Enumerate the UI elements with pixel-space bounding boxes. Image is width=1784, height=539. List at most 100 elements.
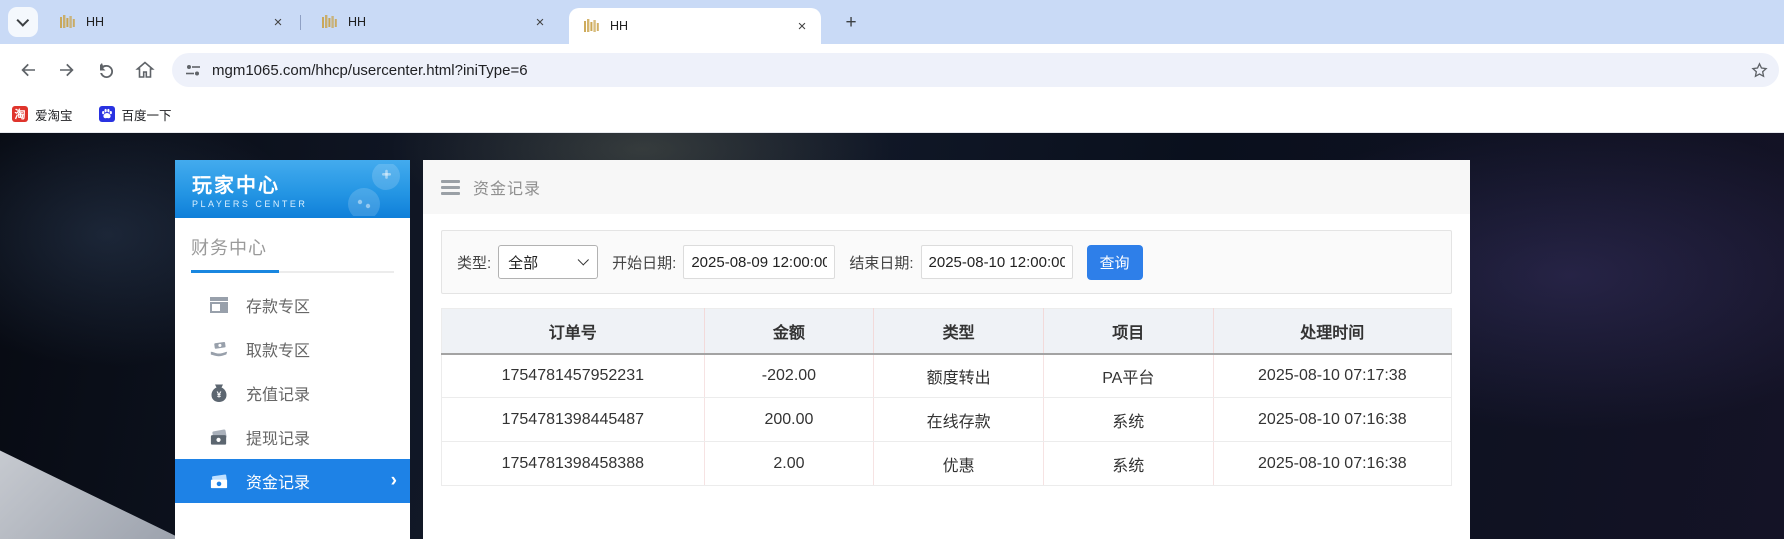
sidebar-item-deposit[interactable]: 存款专区: [175, 283, 410, 327]
cell-amount: -202.00: [703, 353, 874, 398]
svg-text:¥: ¥: [217, 390, 222, 400]
tab-separator: [300, 15, 301, 30]
cell-type: 优惠: [873, 441, 1044, 486]
sidebar-header: 玩家中心 PLAYERS CENTER: [175, 160, 410, 218]
bookmark-label: 百度一下: [121, 108, 172, 123]
tab-title: HH: [348, 15, 367, 29]
cell-type: 额度转出: [873, 353, 1044, 398]
tab-search-button[interactable]: [8, 7, 38, 37]
sidebar-item-label: 资金记录: [246, 475, 311, 492]
tab-2[interactable]: HH ×: [307, 0, 559, 44]
baidu-paw-icon: [98, 106, 115, 122]
deposit-machine-icon: [209, 295, 229, 315]
browser-window: HH × HH × HH × + mgm1065.com/hhcp/userce…: [0, 0, 1784, 539]
bookmark-label: 爱淘宝: [35, 108, 73, 123]
reload-button[interactable]: [90, 54, 122, 86]
money-bag-icon: ¥: [209, 383, 229, 403]
table-header-row: 订单号 金额 类型 项目 处理时间: [441, 308, 1452, 355]
start-date-label: 开始日期:: [612, 254, 677, 272]
cell-order-id: 1754781398458388: [441, 441, 705, 486]
end-date-label: 结束日期:: [849, 254, 914, 272]
col-amount: 金额: [703, 308, 874, 355]
page-background: 玩家中心 PLAYERS CENTER 财务中心 存款专区 取款专区 ¥ 充值记…: [0, 133, 1784, 539]
section-divider: [191, 270, 394, 273]
chevron-down-icon: [15, 13, 29, 27]
home-button[interactable]: [129, 54, 161, 86]
col-order-id: 订单号: [441, 308, 705, 355]
browser-toolbar: mgm1065.com/hhcp/usercenter.html?iniType…: [0, 44, 1784, 96]
sidebar-item-fund-records[interactable]: 资金记录 ›: [175, 459, 410, 503]
start-date-input[interactable]: [683, 245, 836, 279]
finance-section: 财务中心: [175, 218, 410, 273]
tab-close-icon[interactable]: ×: [269, 13, 287, 31]
type-select[interactable]: 全部: [498, 245, 599, 279]
cell-amount: 200.00: [703, 397, 874, 442]
site-favicon: [59, 15, 76, 29]
panel-title: 资金记录: [473, 181, 542, 198]
wallet-cards-icon: [209, 427, 229, 447]
tab-strip: HH × HH × HH × +: [0, 0, 1784, 44]
new-tab-button[interactable]: +: [838, 10, 864, 36]
end-date-input[interactable]: [920, 245, 1073, 279]
finance-section-title: 财务中心: [191, 238, 267, 258]
sidebar-item-label: 存款专区: [246, 299, 311, 316]
sidebar-item-recharge-records[interactable]: ¥ 充值记录: [175, 371, 410, 415]
table-row: 1754781398445487 200.00 在线存款 系统 2025-08-…: [441, 397, 1452, 442]
tab-1[interactable]: HH ×: [45, 0, 297, 44]
menu-icon[interactable]: [441, 179, 460, 195]
cell-amount: 2.00: [703, 441, 874, 486]
tab-title: HH: [86, 15, 105, 29]
sidebar-menu: 存款专区 取款专区 ¥ 充值记录 提现记录 资金记录 ›: [175, 283, 410, 503]
sidebar-item-withdrawal-records[interactable]: 提现记录: [175, 415, 410, 459]
bookmark-baidu[interactable]: 百度一下: [98, 105, 172, 124]
player-center-sidebar: 玩家中心 PLAYERS CENTER 财务中心 存款专区 取款专区 ¥ 充值记…: [175, 160, 410, 539]
cell-time: 2025-08-10 07:16:38: [1212, 397, 1452, 442]
sidebar-item-label: 提现记录: [246, 431, 311, 448]
url-text[interactable]: mgm1065.com/hhcp/usercenter.html?iniType…: [212, 62, 1750, 79]
sidebar-item-label: 取款专区: [246, 343, 311, 360]
fund-records-panel: 资金记录 类型: 全部 开始日期: 结束日期: 查询: [423, 160, 1470, 539]
cell-order-id: 1754781457952231: [441, 353, 705, 398]
site-favicon: [321, 15, 338, 29]
bookmarks-bar: 淘 爱淘宝 百度一下: [0, 96, 1784, 133]
reload-icon: [99, 62, 113, 78]
home-icon: [135, 61, 155, 78]
tab-3-active[interactable]: HH ×: [569, 8, 821, 44]
gamepad-icon: [342, 164, 404, 216]
cell-project: 系统: [1042, 441, 1214, 486]
address-bar[interactable]: mgm1065.com/hhcp/usercenter.html?iniType…: [172, 53, 1779, 87]
forward-button[interactable]: [51, 54, 83, 86]
bookmark-taobao[interactable]: 淘 爱淘宝: [12, 105, 73, 124]
type-select-value: 全部: [508, 254, 539, 272]
background-wedge: [0, 450, 182, 539]
filter-bar: 类型: 全部 开始日期: 结束日期: 查询: [441, 230, 1452, 294]
cell-project: 系统: [1042, 397, 1214, 442]
cell-type: 在线存款: [873, 397, 1044, 442]
banknotes-icon: [209, 471, 229, 491]
tab-title: HH: [610, 19, 629, 33]
cell-order-id: 1754781398445487: [441, 397, 705, 442]
taobao-icon: 淘: [12, 106, 28, 122]
panel-body: 类型: 全部 开始日期: 结束日期: 查询: [423, 214, 1470, 486]
table-row: 1754781457952231 -202.00 额度转出 PA平台 2025-…: [441, 353, 1452, 398]
col-time: 处理时间: [1212, 308, 1452, 355]
bookmark-star-icon[interactable]: [1750, 61, 1769, 80]
sidebar-item-label: 充值记录: [246, 387, 311, 404]
site-settings-icon[interactable]: [184, 61, 202, 79]
type-label: 类型:: [457, 254, 492, 272]
section-divider-accent: [191, 270, 279, 273]
query-button[interactable]: 查询: [1086, 244, 1143, 280]
chevron-right-icon: ›: [390, 470, 397, 491]
fund-records-table: 订单号 金额 类型 项目 处理时间 1754781457952231 -202.…: [441, 308, 1452, 486]
hand-money-icon: [209, 339, 229, 359]
table-row: 1754781398458388 2.00 优惠 系统 2025-08-10 0…: [441, 441, 1452, 486]
site-favicon: [583, 19, 600, 33]
back-button[interactable]: [12, 54, 44, 86]
tab-close-icon[interactable]: ×: [793, 17, 811, 35]
cell-time: 2025-08-10 07:17:38: [1212, 353, 1452, 398]
tab-close-icon[interactable]: ×: [531, 13, 549, 31]
cell-project: PA平台: [1042, 353, 1214, 398]
sidebar-item-withdraw[interactable]: 取款专区: [175, 327, 410, 371]
forward-icon: [60, 63, 74, 77]
back-icon: [21, 63, 35, 77]
